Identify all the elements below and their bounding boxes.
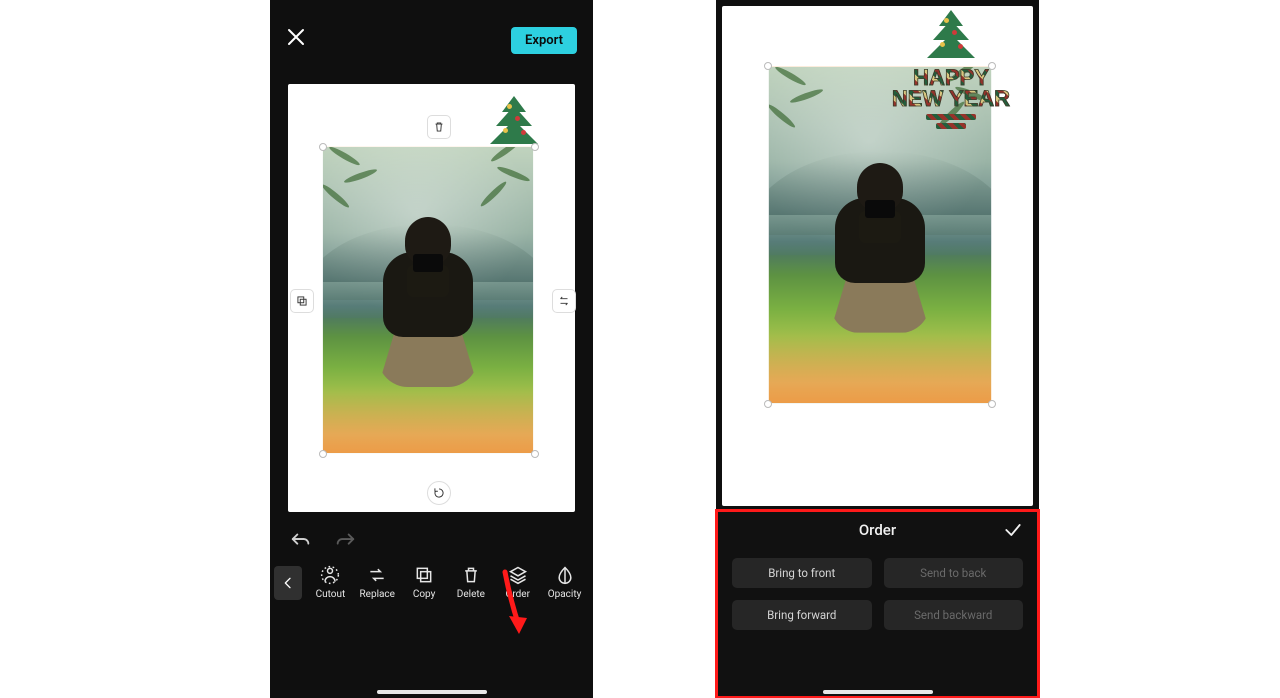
resize-handle[interactable] xyxy=(764,400,772,408)
send-to-back-button[interactable]: Send to back xyxy=(884,558,1024,588)
replace-icon xyxy=(367,565,387,585)
resize-handle[interactable] xyxy=(531,143,539,151)
toolbar-label: Cutout xyxy=(316,589,346,600)
toolbar-label: Opacity xyxy=(548,589,582,600)
duplicate-icon[interactable] xyxy=(290,289,314,313)
opacity-icon xyxy=(555,565,575,585)
back-icon[interactable] xyxy=(274,566,302,600)
flip-icon[interactable] xyxy=(552,289,576,313)
home-indicator xyxy=(377,690,487,694)
order-panel: Order Bring to front Send to back Bring … xyxy=(716,510,1039,698)
order-panel-header: Order xyxy=(716,510,1039,550)
delete-icon xyxy=(461,565,481,585)
sticker-text: HAPPY NEW YEAR xyxy=(881,68,1021,129)
trash-icon[interactable] xyxy=(427,115,451,139)
toolbar-cutout[interactable]: Cutout xyxy=(310,565,351,600)
resize-handle[interactable] xyxy=(319,450,327,458)
top-bar: Export xyxy=(270,0,593,70)
toolbar-label: Copy xyxy=(413,589,436,600)
resize-handle[interactable] xyxy=(988,400,996,408)
annotation-arrow xyxy=(499,568,533,628)
edit-canvas[interactable] xyxy=(288,84,575,512)
bottom-toolbar: Cutout Replace Copy Delete Order xyxy=(270,565,593,610)
rotate-icon[interactable] xyxy=(427,481,451,505)
home-indicator xyxy=(823,690,933,694)
toolbar-opacity[interactable]: Opacity xyxy=(544,565,585,600)
toolbar-copy[interactable]: Copy xyxy=(404,565,445,600)
phone-frame-right: HAPPY NEW YEAR Order Bring to front Send… xyxy=(716,0,1039,698)
export-button[interactable]: Export xyxy=(511,27,577,54)
copy-icon xyxy=(414,565,434,585)
tree-sticker[interactable] xyxy=(469,94,559,150)
bring-forward-button[interactable]: Bring forward xyxy=(732,600,872,630)
cutout-icon xyxy=(320,565,340,585)
close-icon[interactable] xyxy=(286,27,306,53)
toolbar-delete[interactable]: Delete xyxy=(450,565,491,600)
redo-icon[interactable] xyxy=(334,530,356,555)
resize-handle[interactable] xyxy=(531,450,539,458)
phone-frame-left: Export xyxy=(270,0,593,698)
toolbar-label: Replace xyxy=(359,589,395,600)
happy-new-year-sticker[interactable]: HAPPY NEW YEAR xyxy=(881,8,1021,168)
toolbar-label: Delete xyxy=(457,589,485,600)
resize-handle[interactable] xyxy=(764,62,772,70)
send-backward-button[interactable]: Send backward xyxy=(884,600,1024,630)
undo-redo-bar xyxy=(270,512,593,565)
resize-handle[interactable] xyxy=(319,143,327,151)
bring-to-front-button[interactable]: Bring to front xyxy=(732,558,872,588)
photo-layer[interactable] xyxy=(322,146,534,454)
edit-canvas-right[interactable]: HAPPY NEW YEAR xyxy=(722,6,1033,506)
toolbar-replace[interactable]: Replace xyxy=(357,565,398,600)
undo-icon[interactable] xyxy=(290,530,312,555)
order-title: Order xyxy=(859,521,896,539)
confirm-icon[interactable] xyxy=(1003,520,1023,544)
